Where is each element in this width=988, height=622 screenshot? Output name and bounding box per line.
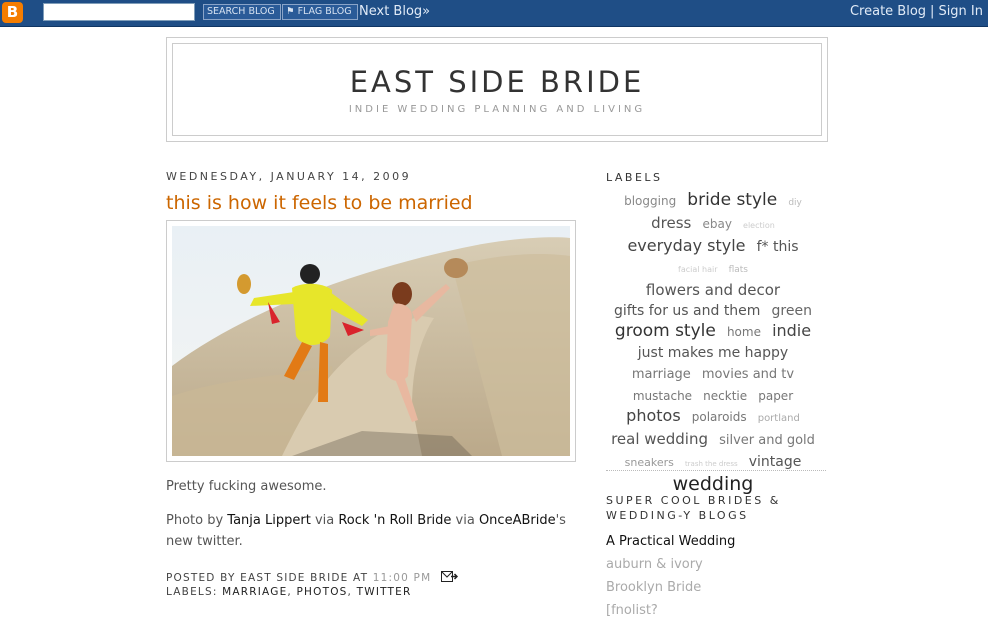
label-cloud-item[interactable]: movies and tv: [702, 367, 794, 382]
blogger-navbar: B SEARCH BLOG ⚑ FLAG BLOG Next Blog» Cre…: [0, 0, 988, 27]
label-cloud-item[interactable]: green: [772, 303, 812, 319]
label-link-marriage[interactable]: MARRIAGE: [222, 586, 287, 598]
label-cloud-item[interactable]: vintage: [749, 454, 802, 470]
blog-title[interactable]: EAST SIDE BRIDE: [173, 44, 821, 99]
labels-separator: ,: [347, 586, 357, 598]
blog-link[interactable]: A Practical Wedding: [606, 530, 735, 553]
post-photo[interactable]: [172, 226, 570, 456]
label-cloud-item[interactable]: sneakers: [625, 456, 674, 469]
label-cloud-item[interactable]: flats: [729, 265, 748, 275]
couple-running-photo: [172, 226, 570, 456]
blog-link[interactable]: Brooklyn Bride: [606, 576, 735, 599]
labels-separator: ,: [287, 586, 297, 598]
onceabride-link[interactable]: OnceABride: [479, 513, 556, 528]
label-cloud-item[interactable]: marriage: [632, 367, 691, 382]
blogs-heading-line-2: WEDDING-Y BLOGS: [606, 509, 749, 522]
blogger-logo-icon[interactable]: B: [2, 2, 23, 23]
post-body-text: Pretty fucking awesome.: [166, 479, 327, 494]
post-time-link[interactable]: 11:00 PM: [373, 572, 432, 584]
next-blog-link[interactable]: Next Blog»: [359, 4, 430, 19]
photographer-link[interactable]: Tanja Lippert: [227, 513, 311, 528]
labels-heading: LABELS: [606, 171, 663, 184]
photo-by-label: Photo by: [166, 513, 228, 528]
label-cloud-item[interactable]: portland: [758, 413, 800, 424]
labels-line: LABELS: MARRIAGE, PHOTOS, TWITTER: [166, 585, 458, 599]
label-cloud-item[interactable]: facial hair: [678, 265, 718, 274]
label-cloud-item[interactable]: everyday style: [627, 236, 745, 255]
blog-description: INDIE WEDDING PLANNING AND LIVING: [348, 104, 646, 115]
label-cloud-item[interactable]: blogging: [624, 194, 676, 208]
post-footer: POSTED BY EAST SIDE BRIDE AT 11:00 PM LA…: [166, 571, 459, 599]
post-date: WEDNESDAY, JANUARY 14, 2009: [166, 170, 412, 183]
label-cloud-item[interactable]: bride style: [687, 190, 777, 210]
blog-link[interactable]: auburn & ivory: [606, 553, 735, 576]
label-cloud-item[interactable]: necktie: [703, 389, 747, 403]
via-label: via: [310, 513, 339, 528]
search-input[interactable]: [43, 3, 195, 21]
flag-blog-button[interactable]: ⚑ FLAG BLOG: [282, 4, 358, 20]
search-blog-button[interactable]: SEARCH BLOG: [203, 4, 281, 20]
label-cloud-item[interactable]: polaroids: [692, 410, 747, 424]
blog-links-list: A Practical Wedding auburn & ivory Brookly…: [606, 530, 735, 622]
label-cloud-item[interactable]: home: [727, 325, 761, 339]
label-link-photos[interactable]: PHOTOS: [297, 586, 348, 598]
label-cloud-item[interactable]: f* this: [757, 239, 799, 255]
navbar-separator: |: [930, 4, 935, 19]
label-cloud-item[interactable]: ebay: [702, 217, 731, 231]
label-cloud-item[interactable]: real wedding: [611, 430, 708, 448]
blogs-heading: SUPER COOL BRIDES & WEDDING-Y BLOGS: [606, 493, 781, 523]
label-cloud-item[interactable]: gifts for us and them: [614, 303, 760, 319]
blog-link[interactable]: [fnolist?: [606, 599, 735, 622]
create-blog-link[interactable]: Create Blog: [850, 4, 926, 19]
photo-credit: Photo by Tanja Lippert via Rock 'n Roll …: [166, 510, 586, 552]
flag-blog-label: FLAG BLOG: [297, 6, 352, 17]
via-label-2: via: [451, 513, 479, 528]
label-cloud-item[interactable]: wedding: [673, 473, 754, 495]
blog-header: EAST SIDE BRIDE INDIE WEDDING PLANNING A…: [166, 37, 828, 142]
label-cloud: blogging bride style diy dress ebay elec…: [606, 190, 820, 495]
label-cloud-item[interactable]: flowers and decor: [646, 281, 780, 299]
post-photo-frame: [166, 220, 576, 462]
posted-by-label: POSTED BY EAST SIDE BRIDE AT: [166, 572, 373, 584]
label-cloud-item[interactable]: photos: [626, 406, 680, 425]
label-cloud-item[interactable]: just makes me happy: [638, 345, 788, 361]
email-post-icon[interactable]: [441, 571, 459, 582]
account-links: Create Blog | Sign In: [850, 4, 983, 19]
label-cloud-item[interactable]: election: [743, 221, 775, 230]
post-title[interactable]: this is how it feels to be married: [166, 192, 473, 214]
flag-icon: ⚑: [286, 6, 295, 17]
blog-header-inner: EAST SIDE BRIDE INDIE WEDDING PLANNING A…: [172, 43, 822, 136]
label-cloud-item[interactable]: trash the dress: [685, 460, 738, 468]
blogs-heading-line-1: SUPER COOL BRIDES &: [606, 494, 781, 507]
label-cloud-item[interactable]: silver and gold: [719, 433, 815, 448]
post-body: Pretty fucking awesome. Photo by Tanja L…: [166, 476, 586, 552]
label-cloud-item[interactable]: indie: [772, 321, 811, 340]
posted-by-line: POSTED BY EAST SIDE BRIDE AT 11:00 PM: [166, 571, 459, 585]
label-cloud-item[interactable]: diy: [788, 198, 802, 208]
label-link-twitter[interactable]: TWITTER: [357, 586, 412, 598]
sidebar-divider: [606, 470, 826, 471]
labels-prefix: LABELS:: [166, 586, 223, 598]
rock-n-roll-bride-link[interactable]: Rock 'n Roll Bride: [338, 513, 451, 528]
label-cloud-item[interactable]: dress: [651, 214, 691, 232]
label-cloud-item[interactable]: paper: [758, 389, 793, 403]
sign-in-link[interactable]: Sign In: [938, 4, 983, 19]
label-cloud-item[interactable]: mustache: [633, 389, 692, 403]
label-cloud-item[interactable]: groom style: [615, 321, 716, 341]
